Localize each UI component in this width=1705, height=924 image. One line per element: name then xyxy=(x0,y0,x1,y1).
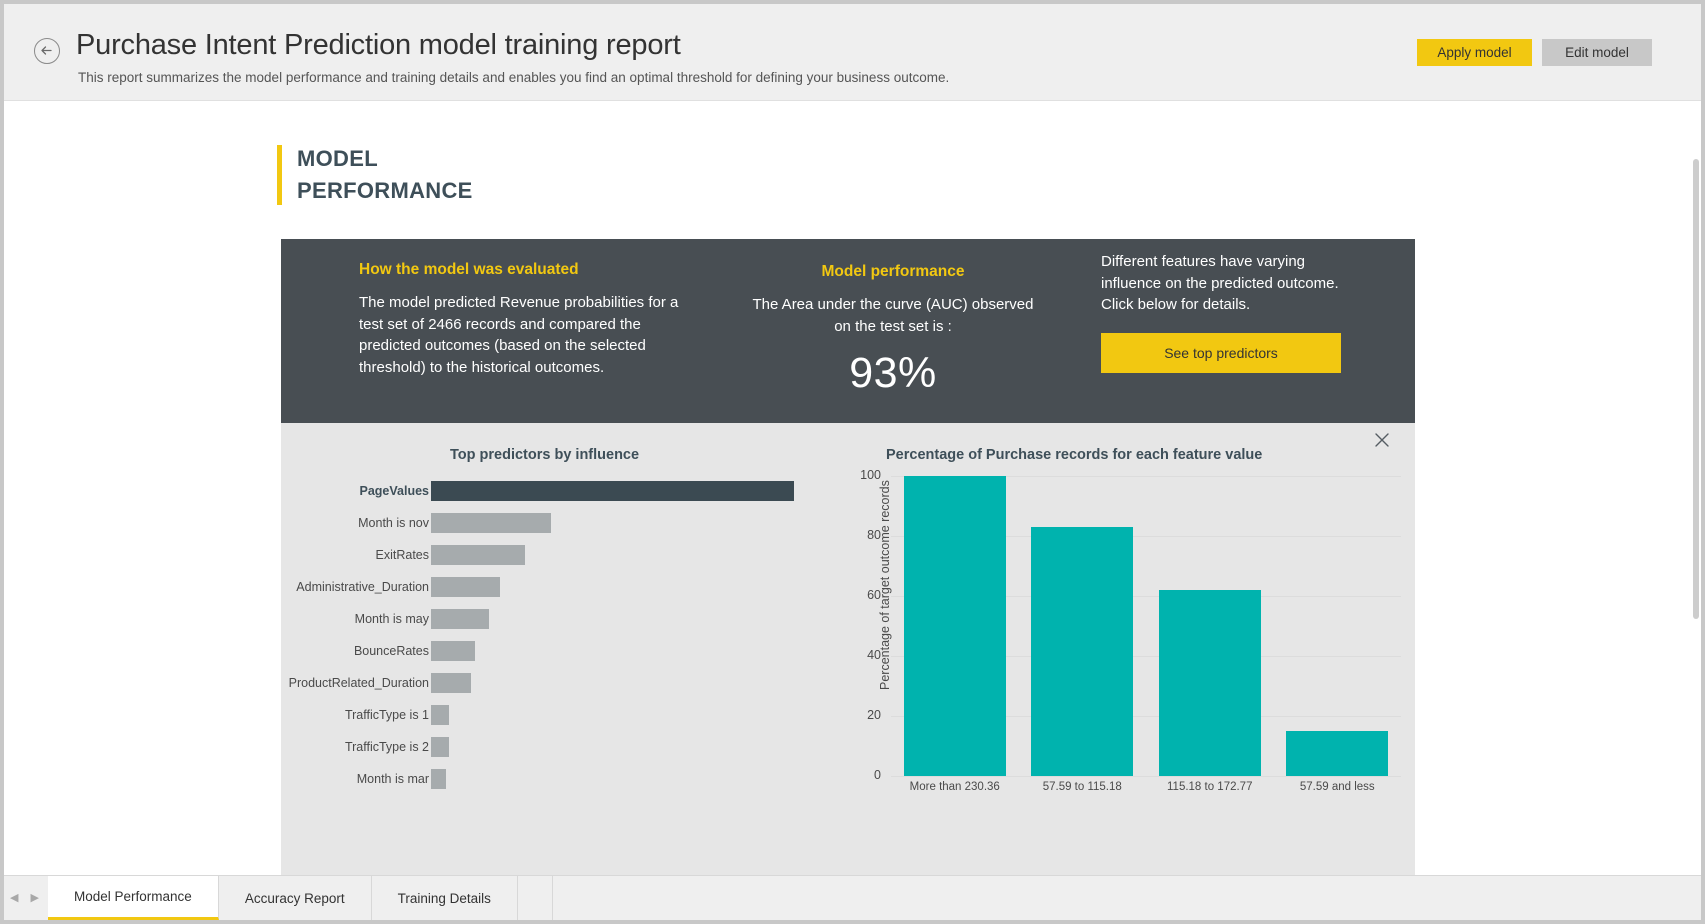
evaluation-column: How the model was evaluated The model pr… xyxy=(359,261,684,378)
feature-value-chart-title: Percentage of Purchase records for each … xyxy=(886,447,1262,463)
section-title-line1: MODEL xyxy=(297,143,473,175)
feature-value-plot-area xyxy=(891,476,1401,776)
predictors-body: Different features have varying influenc… xyxy=(1101,251,1351,316)
predictors-detail-panel: Top predictors by influence PageValues Mo… xyxy=(281,423,1415,876)
predictor-bar[interactable] xyxy=(431,673,471,693)
performance-column: Model performance The Area under the cur… xyxy=(748,263,1038,398)
y-axis-tick: 40 xyxy=(841,648,881,662)
feature-value-chart: Percentage of Purchase records for each … xyxy=(851,423,1415,876)
report-header: Purchase Intent Prediction model trainin… xyxy=(4,4,1701,101)
predictors-column: Different features have varying influenc… xyxy=(1101,251,1351,373)
predictor-bar[interactable] xyxy=(431,577,500,597)
predictor-bar[interactable] xyxy=(431,481,794,501)
y-axis-tick: 20 xyxy=(841,708,881,722)
predictor-row[interactable]: Month is may xyxy=(281,609,841,629)
predictor-row[interactable]: ProductRelated_Duration xyxy=(281,673,841,693)
predictor-bar[interactable] xyxy=(431,545,525,565)
predictor-bar[interactable] xyxy=(431,609,489,629)
predictor-label: ExitRates xyxy=(376,545,430,565)
predictor-label: BounceRates xyxy=(354,641,429,661)
tab-list: Model PerformanceAccuracy ReportTraining… xyxy=(48,876,553,920)
tab-nav-arrows: ◀ ▶ xyxy=(10,889,50,907)
tab-bar-filler xyxy=(518,876,553,920)
feature-value-bar[interactable] xyxy=(1031,527,1133,776)
y-axis-tick: 80 xyxy=(841,528,881,542)
y-axis-tick: 60 xyxy=(841,588,881,602)
tab-model-performance[interactable]: Model Performance xyxy=(48,876,219,920)
auc-value: 93% xyxy=(748,349,1038,398)
top-predictors-chart: Top predictors by influence PageValues Mo… xyxy=(281,423,851,876)
tab-accuracy-report[interactable]: Accuracy Report xyxy=(219,876,372,920)
predictor-label: TrafficType is 1 xyxy=(345,705,429,725)
section-title-line2: PERFORMANCE xyxy=(297,175,473,207)
chevron-right-icon[interactable]: ▶ xyxy=(30,889,38,907)
predictor-bar[interactable] xyxy=(431,641,475,661)
predictor-bar[interactable] xyxy=(431,513,551,533)
predictor-bar[interactable] xyxy=(431,705,449,725)
predictor-label: Month is may xyxy=(355,609,429,629)
predictor-label: Month is mar xyxy=(357,769,429,789)
y-axis-tick: 0 xyxy=(841,768,881,782)
predictor-row[interactable]: TrafficType is 2 xyxy=(281,737,841,757)
tab-training-details[interactable]: Training Details xyxy=(372,876,518,920)
summary-panel: How the model was evaluated The model pr… xyxy=(281,239,1415,423)
feature-value-bar[interactable] xyxy=(904,476,1006,776)
gridline xyxy=(891,776,1401,777)
predictor-row[interactable]: BounceRates xyxy=(281,641,841,661)
performance-heading: Model performance xyxy=(748,263,1038,281)
predictor-row[interactable]: ExitRates xyxy=(281,545,841,565)
predictor-row[interactable]: TrafficType is 1 xyxy=(281,705,841,725)
y-axis-tick: 100 xyxy=(841,468,881,482)
x-axis-tick: 57.59 and less xyxy=(1274,781,1402,793)
predictor-label: TrafficType is 2 xyxy=(345,737,429,757)
feature-value-bar[interactable] xyxy=(1159,590,1261,776)
evaluation-heading: How the model was evaluated xyxy=(359,261,684,279)
predictor-label: Month is nov xyxy=(358,513,429,533)
vertical-scrollbar[interactable] xyxy=(1691,101,1701,876)
x-axis-tick: 115.18 to 172.77 xyxy=(1146,781,1274,793)
back-button[interactable] xyxy=(34,38,60,64)
x-axis-tick: More than 230.36 xyxy=(891,781,1019,793)
back-arrow-icon xyxy=(39,43,54,58)
apply-model-button[interactable]: Apply model xyxy=(1417,39,1532,66)
predictor-row[interactable]: Month is mar xyxy=(281,769,841,789)
predictor-label: ProductRelated_Duration xyxy=(289,673,429,693)
x-axis-tick: 57.59 to 115.18 xyxy=(1019,781,1147,793)
page-subtitle: This report summarizes the model perform… xyxy=(78,70,949,85)
chevron-left-icon[interactable]: ◀ xyxy=(10,889,18,907)
feature-value-bar[interactable] xyxy=(1286,731,1388,776)
predictor-row[interactable]: Administrative_Duration xyxy=(281,577,841,597)
page-tab-bar: ◀ ▶ Model PerformanceAccuracy ReportTrai… xyxy=(4,875,1701,920)
performance-body: The Area under the curve (AUC) observed … xyxy=(748,294,1038,337)
predictor-label: PageValues xyxy=(360,481,430,501)
predictor-row[interactable]: Month is nov xyxy=(281,513,841,533)
section-title-text: MODEL PERFORMANCE xyxy=(297,143,473,207)
predictor-label: Administrative_Duration xyxy=(296,577,429,597)
edit-model-button[interactable]: Edit model xyxy=(1542,39,1652,66)
top-predictors-chart-title: Top predictors by influence xyxy=(450,447,639,463)
predictor-bar[interactable] xyxy=(431,769,446,789)
section-accent-bar xyxy=(277,145,282,205)
predictor-row[interactable]: PageValues xyxy=(281,481,841,501)
report-window: Purchase Intent Prediction model trainin… xyxy=(4,4,1701,920)
see-top-predictors-button[interactable]: See top predictors xyxy=(1101,333,1341,373)
predictor-bar[interactable] xyxy=(431,737,449,757)
evaluation-body: The model predicted Revenue probabilitie… xyxy=(359,292,684,378)
scrollbar-thumb[interactable] xyxy=(1693,159,1699,619)
report-canvas: MODEL PERFORMANCE How the model was eval… xyxy=(4,101,1701,876)
page-title: Purchase Intent Prediction model trainin… xyxy=(76,29,681,62)
